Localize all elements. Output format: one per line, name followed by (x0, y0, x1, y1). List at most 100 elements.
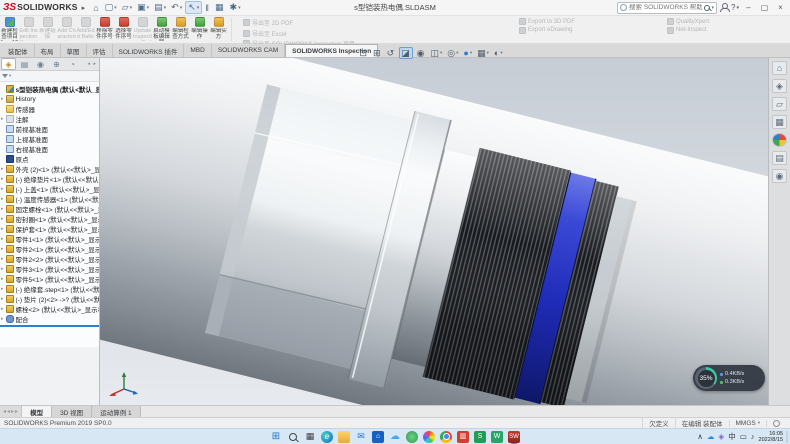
menu-flyout-arrow[interactable]: ▸ (82, 4, 86, 12)
ribbon-button[interactable]: 选择零件序号 (114, 16, 133, 43)
assembly-root-node[interactable]: s型铠装热电偶 (默认<默认_显示状态-1 (0, 84, 99, 94)
search-icon[interactable] (704, 5, 710, 11)
help-search-box[interactable]: ▾ (617, 2, 717, 14)
tree-node[interactable]: 上视基准面 (0, 134, 99, 144)
ribbon-button[interactable]: 编辑实方 (209, 16, 228, 43)
tray-icon[interactable]: ☁ (707, 433, 715, 441)
view-tool-button[interactable]: ◉ (415, 47, 427, 59)
view-tool-button[interactable]: ●▾ (462, 47, 474, 59)
tree-node[interactable]: ▸ (-) 上盖<1> (默认<<默认>_显示状 (0, 184, 99, 194)
ribbon-button[interactable]: Edit Inspection Project (19, 16, 38, 43)
tree-node[interactable]: ▸ (-) 绝缘垫片<1> (默认<<默认>_显 (0, 174, 99, 184)
tree-node[interactable]: ▸ 密封圈<1> (默认<<默认>_显示状 (0, 214, 99, 224)
commandmanager-tab[interactable]: SOLIDWORKS CAM (212, 44, 285, 57)
tray-icon[interactable]: ♪ (751, 433, 755, 441)
task-pane-tab[interactable]: ▦ (772, 115, 787, 129)
panel-tab[interactable]: ◔ (65, 58, 80, 70)
ribbon-button[interactable]: 编辑操作 (190, 16, 209, 43)
quick-access-button[interactable]: ▤▾ (152, 1, 168, 14)
tab-scroll-arrows[interactable]: ◂ ▸ (88, 61, 99, 67)
taskbar-app-icon[interactable]: ⌂ (372, 431, 384, 443)
view-tool-button[interactable]: ↺ (385, 47, 397, 59)
tree-node[interactable]: ▸ 零件1<1> (默认<<默认>_显示状态 (0, 234, 99, 244)
tree-node[interactable]: ▸ 固定螺栓<1> (默认<<默认>_显示 (0, 204, 99, 214)
taskbar-app-icon[interactable]: W (491, 431, 503, 443)
tab-scroll-arrow[interactable]: ◂ (3, 408, 6, 415)
help-button[interactable]: ?▾ (731, 3, 739, 12)
panel-tab[interactable]: ⊕ (49, 58, 64, 70)
taskbar-app-icon[interactable]: ▦ (304, 431, 316, 443)
ribbon-button[interactable]: 编辑检查方式 (171, 16, 190, 43)
ribbon-button[interactable]: 移除零件序号 (95, 16, 114, 43)
panel-tab[interactable]: ◉ (33, 58, 48, 70)
view-tool-button[interactable]: ◎▾ (446, 47, 460, 59)
panel-splitter[interactable] (0, 325, 99, 327)
clock[interactable]: 16:05 2022/8/15 (759, 431, 788, 443)
tree-node[interactable]: ▸ 螺栓<2> (默认<<默认>_显示状态 (0, 304, 99, 314)
quick-access-button[interactable]: ⌂ (91, 1, 101, 14)
close-button[interactable]: × (774, 1, 787, 14)
taskbar-app-icon[interactable]: ✉ (355, 431, 367, 443)
view-tool-button[interactable]: ⊡ (358, 47, 370, 59)
tray-icon[interactable]: 中 (728, 433, 736, 441)
search-caret-icon[interactable]: ▾ (712, 5, 715, 11)
tree-node[interactable]: 右视基准面 (0, 144, 99, 154)
unit-system-selector[interactable]: MMGS▾ (729, 420, 767, 427)
view-tool-button[interactable]: ▦▾ (476, 47, 491, 59)
task-pane-tab[interactable]: ◈ (772, 79, 787, 93)
tree-node[interactable]: ▸ History (0, 94, 99, 104)
ribbon-button[interactable]: 新建链接 (38, 16, 57, 43)
minimize-button[interactable]: – (742, 1, 755, 14)
tree-node[interactable]: ▸ 零件3<1> (默认<<默认>_显示状态 (0, 264, 99, 274)
performance-monitor-overlay[interactable]: 35% 0.4KB/s 0.3KB/s (693, 365, 765, 391)
panel-tab[interactable]: ◈ (1, 58, 16, 70)
quick-access-button[interactable]: ‖ (203, 1, 212, 14)
view-tool-button[interactable]: ◪ (399, 47, 414, 59)
quick-access-button[interactable]: ▦ (213, 1, 227, 14)
tray-icon[interactable]: ◈ (718, 433, 724, 441)
tree-filter-row[interactable]: ▾ (0, 71, 99, 82)
graphics-viewport[interactable]: 35% 0.4KB/s 0.3KB/s (100, 58, 768, 405)
quick-access-button[interactable]: ▣▾ (135, 1, 151, 14)
commandmanager-tab[interactable]: 装配体 (2, 44, 35, 57)
task-pane-tab[interactable]: ⌂ (772, 61, 787, 75)
tray-icon[interactable]: ∧ (697, 433, 703, 441)
task-pane-tab[interactable]: ▱ (772, 97, 787, 111)
commandmanager-tab[interactable]: 草图 (61, 44, 87, 57)
commandmanager-tab[interactable]: SOLIDWORKS 插件 (113, 44, 185, 57)
tree-node[interactable]: ▸ 配合 (0, 314, 99, 324)
tree-node[interactable]: ▸ 保护套<1> (默认<<默认>_显示状 (0, 224, 99, 234)
search-input[interactable] (629, 4, 701, 11)
tree-node[interactable]: ▸ 零件2<2> (默认<<默认>_显示状态 (0, 254, 99, 264)
tree-node[interactable]: ▸ 注解 (0, 114, 99, 124)
quick-access-button[interactable]: ↶▾ (169, 1, 184, 14)
ribbon-button[interactable]: Add Characteristic (57, 16, 76, 43)
quick-access-button[interactable]: ▱▾ (120, 1, 134, 14)
ribbon-button[interactable]: Add/Edit Balloons (76, 16, 95, 43)
task-pane-tab[interactable]: ▤ (772, 151, 787, 165)
commandmanager-tab[interactable]: MBD (184, 44, 211, 57)
tree-node[interactable]: ▸ 零件2<1> (默认<<默认>_显示状态 (0, 244, 99, 254)
tree-node[interactable]: ▸ 外壳 (2)<1> (默认<<默认>_显示状 (0, 164, 99, 174)
ribbon-button[interactable]: 新建检查项目 (imp:M) (0, 16, 19, 43)
ribbon-button[interactable]: Update Inspection Project (133, 16, 152, 43)
tree-node[interactable]: ▸ 零件5<1> (默认<<默认>_显示状态 (0, 274, 99, 284)
document-view-tab[interactable]: 模型 (22, 406, 52, 417)
tree-node[interactable]: ▸ (-) 垫片 (2)<2> ->? (默认<<默认> (0, 294, 99, 304)
taskbar-app-icon[interactable]: ☁ (389, 431, 401, 443)
tree-node[interactable]: ▸ (-) 绝缘套.step<1> (默认<<默认> (0, 284, 99, 294)
commandmanager-tab[interactable]: 评估 (87, 44, 113, 57)
task-pane-tab[interactable]: ◉ (772, 169, 787, 183)
task-pane-tab[interactable]: ● (772, 133, 787, 147)
tab-scroll-arrow[interactable]: ◂ (7, 408, 10, 415)
tree-node[interactable]: ▸ (-) 温度传感器<1> (默认<<默认>_ (0, 194, 99, 204)
view-tool-button[interactable]: ⊞ (372, 47, 384, 59)
taskbar-app-icon[interactable]: S (474, 431, 486, 443)
taskbar-app-icon[interactable] (338, 431, 350, 443)
login-icon[interactable] (720, 3, 728, 12)
taskbar-app-icon[interactable]: ▥ (457, 431, 469, 443)
taskbar-app-icon[interactable]: SW (508, 431, 520, 443)
restore-button[interactable]: ▢ (758, 1, 771, 14)
taskbar-app-icon[interactable] (287, 431, 299, 443)
quick-access-button[interactable]: ✱▾ (228, 1, 243, 14)
